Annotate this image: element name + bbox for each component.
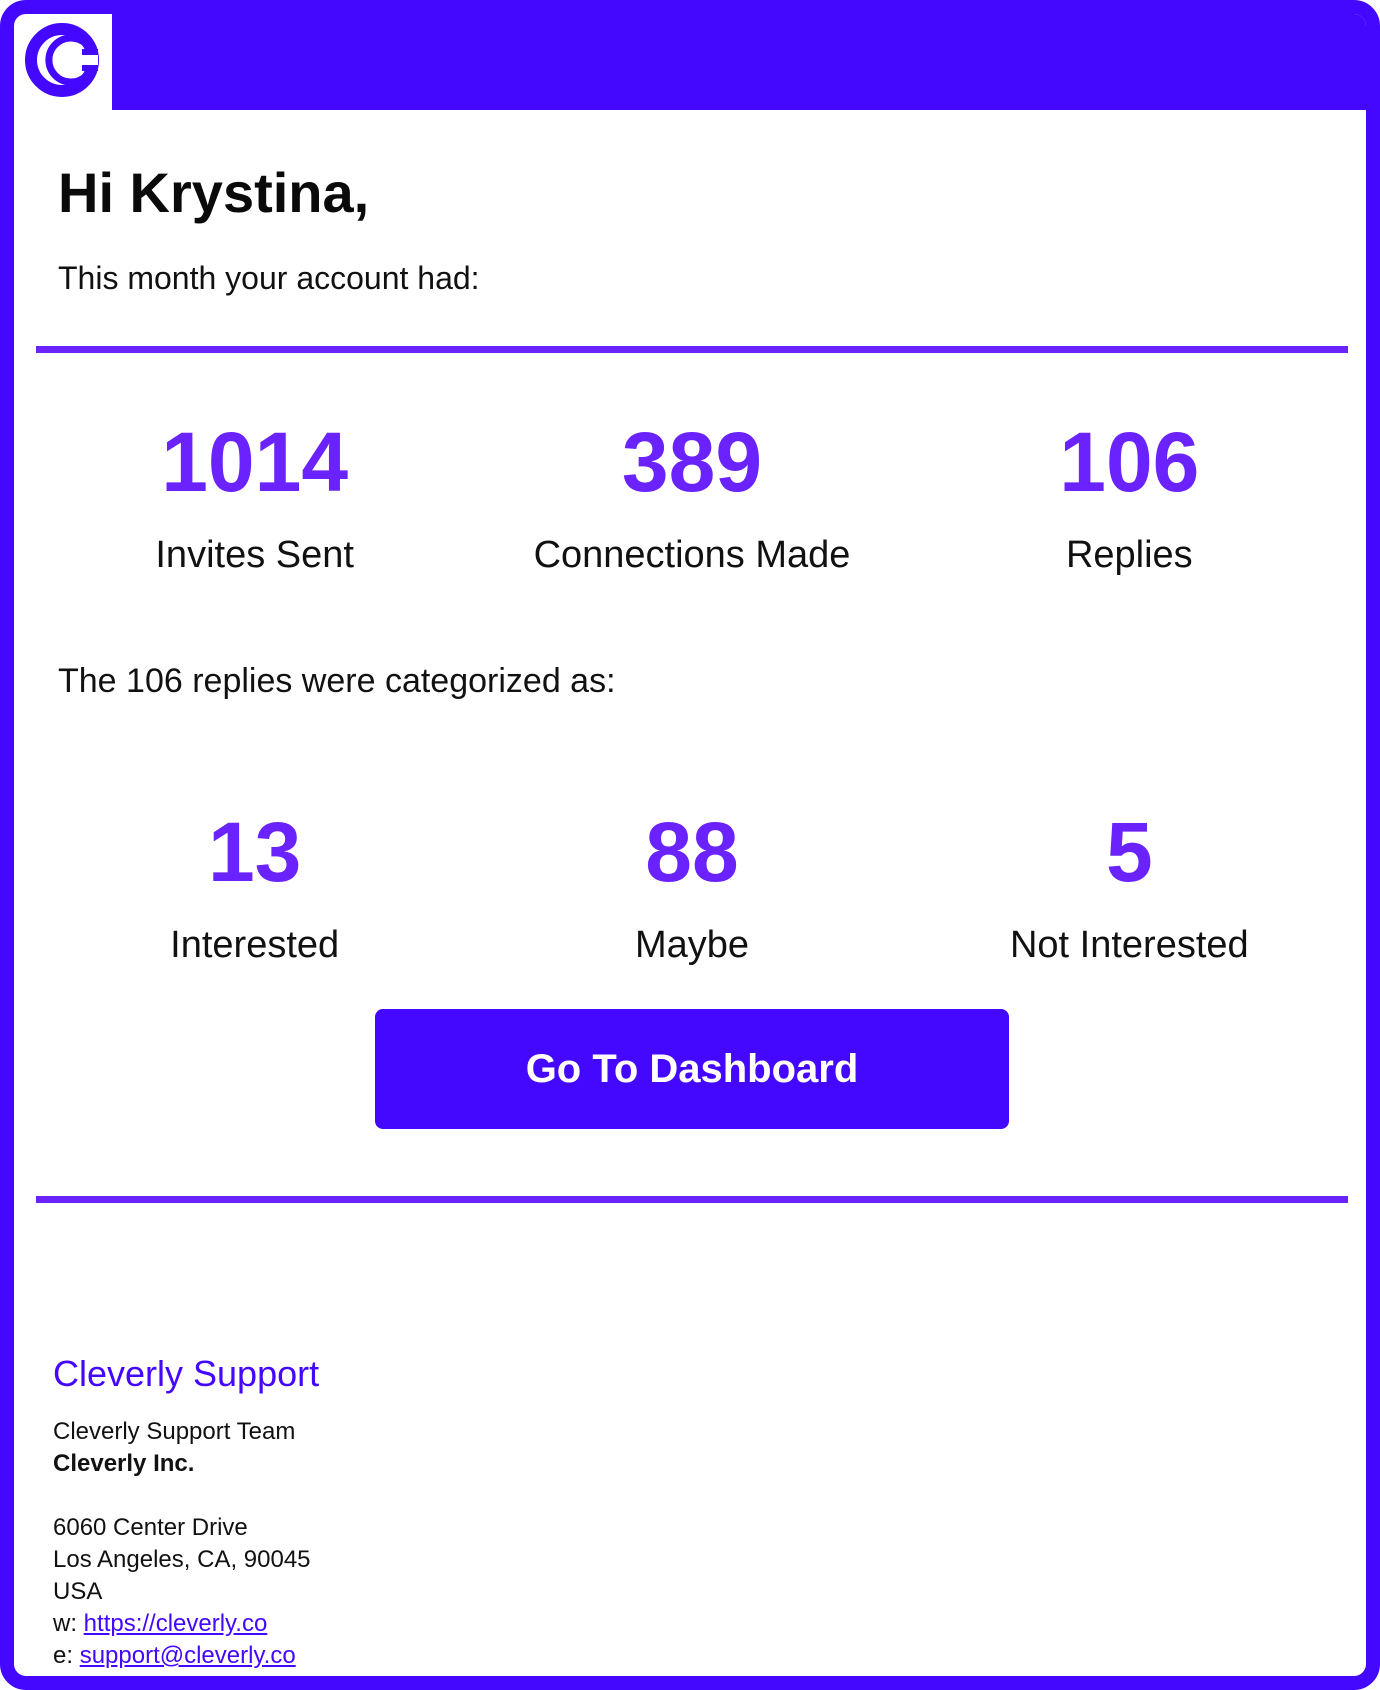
website-prefix: w: [53,1610,84,1637]
category-interested: 13 Interested [36,810,473,967]
stat-label: Invites Sent [155,534,354,576]
stat-value: 106 [1059,415,1200,509]
footer-spacer [53,1480,319,1512]
logo[interactable] [14,14,112,110]
category-value: 5 [1105,805,1153,899]
category-label: Interested [170,924,340,966]
stat-invites-sent: 1014 Invites Sent [36,420,473,577]
replies-intro-text: The 106 replies were categorized as: [58,662,616,700]
stat-label: Replies [1065,534,1193,576]
header-bar [14,14,1366,110]
website-line: w: https://cleverly.co [53,1608,319,1640]
category-label: Maybe [634,924,750,966]
address-country: USA [53,1578,103,1605]
stat-value: 1014 [161,415,349,509]
account-stats-row: 1014 Invites Sent 389 Connections Made 1… [36,420,1348,577]
category-value: 88 [645,805,739,899]
greeting-heading: Hi Krystina, [58,161,370,224]
category-maybe: 88 Maybe [473,810,910,967]
cleverly-logo-icon [25,23,99,97]
category-not-interested: 5 Not Interested [911,810,1348,967]
intro-text: This month your account had: [58,260,480,296]
email-prefix: e: [53,1642,80,1669]
stat-label: Connections Made [533,534,851,576]
support-title: Cleverly Support [53,1353,320,1394]
category-value: 13 [207,805,302,899]
stat-replies: 106 Replies [911,420,1348,577]
email-link[interactable]: support@cleverly.co [80,1642,296,1669]
stat-connections-made: 389 Connections Made [473,420,910,577]
address-line-1: 6060 Center Drive [53,1514,248,1541]
email-line: e: support@cleverly.co [53,1640,319,1672]
stat-value: 389 [621,415,763,509]
address-line-2: Los Angeles, CA, 90045 [53,1546,311,1573]
reply-categories-row: 13 Interested 88 Maybe 5 Not Interested [36,810,1348,967]
footer-signature: Cleverly Support Cleverly Support Team C… [53,1354,319,1672]
category-label: Not Interested [1009,924,1249,966]
website-link[interactable]: https://cleverly.co [84,1610,268,1637]
top-divider [36,346,1348,353]
bottom-divider [36,1196,1348,1203]
support-team-name: Cleverly Support Team [53,1418,296,1445]
go-to-dashboard-button[interactable]: Go To Dashboard [375,1009,1009,1129]
email-container: Hi Krystina, This month your account had… [0,0,1380,1690]
company-name: Cleverly Inc. [53,1450,195,1477]
